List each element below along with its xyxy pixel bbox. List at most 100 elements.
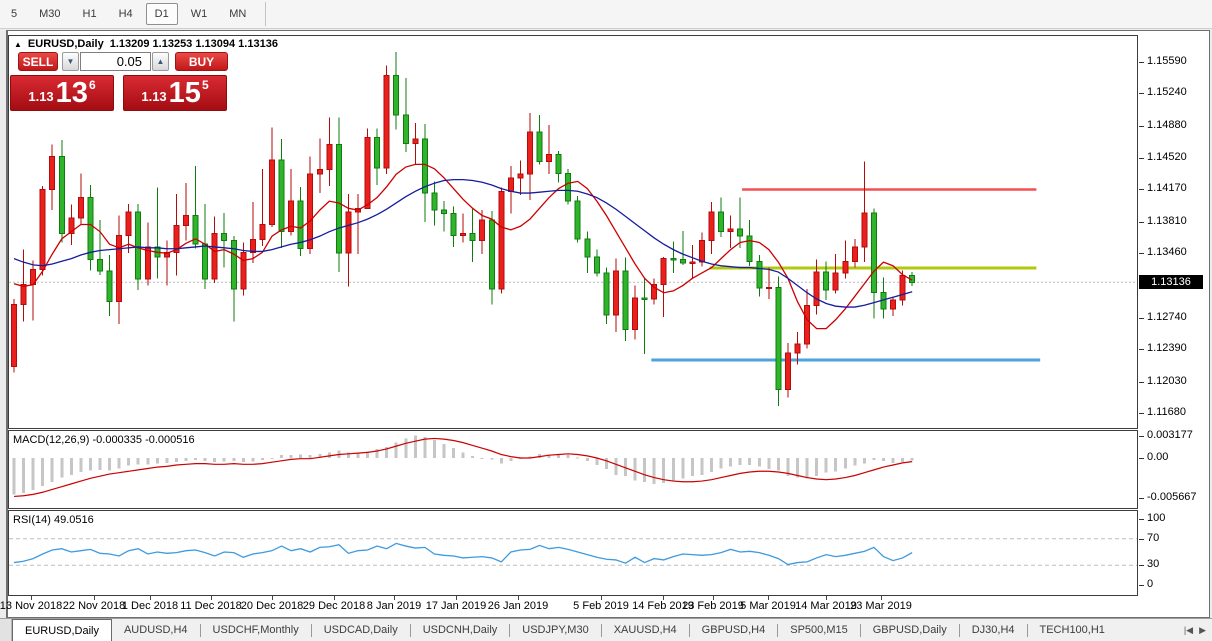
volume-input[interactable] (80, 52, 151, 71)
macd-axis-tick (1139, 436, 1144, 437)
symbol-tabbar: EURUSD,DailyAUDUSD,H4USDCHF,MonthlyUSDCA… (0, 618, 1212, 641)
price-axis-tick (1139, 222, 1144, 223)
rsi-value: 49.0516 (54, 514, 94, 526)
tab-scroll-next-button[interactable]: ▶ (1199, 625, 1206, 636)
macd-values: -0.000335 -0.000516 (92, 434, 194, 446)
sell-price-big: 13 (56, 79, 88, 108)
rsi-axis-label: 30 (1147, 558, 1159, 570)
date-axis-label: 26 Jan 2019 (488, 600, 549, 612)
macd-name: MACD(12,26,9) (13, 434, 89, 446)
price-axis-tick (1139, 253, 1144, 254)
date-axis-label: 29 Dec 2018 (303, 600, 365, 612)
price-axis-label: 1.12390 (1147, 342, 1187, 354)
tab-scroll-area (0, 619, 12, 641)
price-axis-label: 1.15590 (1147, 55, 1187, 67)
tab-usdchf-monthly[interactable]: USDCHF,Monthly (201, 619, 311, 641)
tab-scroll-first-button[interactable]: |◀ (1184, 625, 1193, 636)
macd-axis-label: -0.005667 (1147, 491, 1197, 503)
rsi-axis-label: 70 (1147, 532, 1159, 544)
price-axis-label: 1.11680 (1147, 406, 1186, 418)
buy-price-big: 15 (169, 79, 201, 108)
tab-gbpusd-daily[interactable]: GBPUSD,Daily (861, 619, 959, 641)
price-axis-label: 1.13810 (1147, 215, 1187, 227)
tab-dj30-h4[interactable]: DJ30,H4 (960, 619, 1027, 641)
date-axis-label: 23 Feb 2019 (682, 600, 744, 612)
toolbar-separator (265, 2, 266, 26)
volume-decrease-button[interactable]: ▼ (62, 52, 79, 71)
chevron-up-icon: ▲ (157, 57, 165, 66)
macd-axis-tick (1139, 458, 1144, 459)
buy-button[interactable]: BUY (175, 52, 228, 71)
sell-price-sup: 6 (89, 78, 96, 92)
date-axis-label: 5 Feb 2019 (573, 600, 629, 612)
sell-button[interactable]: SELL (18, 52, 58, 71)
price-axis-tick (1139, 189, 1144, 190)
tab-scroll-arrows: |◀ ▶ (1184, 619, 1212, 641)
price-axis-tick (1139, 413, 1144, 414)
buy-price-box[interactable]: 1.13 15 5 (123, 75, 227, 111)
sell-price-box[interactable]: 1.13 13 6 (10, 75, 114, 111)
rsi-axis-tick (1139, 539, 1144, 540)
timeframe-toolbar: 5M30H1H4D1W1MN (0, 0, 1212, 29)
buy-price-sup: 5 (202, 78, 209, 92)
chart-symbol-title: EURUSD,Daily (28, 38, 104, 50)
price-axis-label: 1.12740 (1147, 311, 1187, 323)
tab-usdcad-daily[interactable]: USDCAD,Daily (312, 619, 410, 641)
timeframe-button-h1[interactable]: H1 (74, 3, 106, 25)
sell-price-prefix: 1.13 (28, 89, 53, 104)
price-axis-tick (1139, 93, 1144, 94)
buy-price-prefix: 1.13 (141, 89, 166, 104)
rsi-axis-tick (1139, 565, 1144, 566)
price-axis-tick (1139, 318, 1144, 319)
date-axis-label: 8 Jan 2019 (367, 600, 421, 612)
rsi-axis-label: 100 (1147, 512, 1165, 524)
date-axis-label: 14 Mar 2019 (795, 600, 857, 612)
tab-usdcnh-daily[interactable]: USDCNH,Daily (411, 619, 510, 641)
rsi-name: RSI(14) (13, 514, 51, 526)
date-axis-label: 22 Nov 2018 (63, 600, 125, 612)
rsi-axis-tick (1139, 585, 1144, 586)
date-axis-label: 13 Nov 2018 (0, 600, 62, 612)
collapse-panel-icon[interactable]: ▲ (14, 40, 22, 49)
timeframe-button-h4[interactable]: H4 (110, 3, 142, 25)
timeframe-button-d1[interactable]: D1 (146, 3, 178, 25)
tab-gbpusd-h4[interactable]: GBPUSD,H4 (690, 619, 778, 641)
price-axis-label: 1.13460 (1147, 246, 1187, 258)
price-axis-label: 1.12030 (1147, 375, 1187, 387)
price-axis-label: 1.15240 (1147, 86, 1187, 98)
date-axis-label: 20 Dec 2018 (241, 600, 303, 612)
price-axis-label: 1.14880 (1147, 119, 1187, 131)
timeframe-button-5[interactable]: 5 (2, 3, 26, 25)
tab-xauusd-h4[interactable]: XAUUSD,H4 (602, 619, 689, 641)
current-price-badge: 1.13136 (1139, 275, 1203, 289)
tab-eurusd-daily[interactable]: EURUSD,Daily (12, 619, 112, 641)
rsi-line (14, 543, 912, 564)
volume-increase-button[interactable]: ▲ (152, 52, 169, 71)
price-axis-tick (1139, 158, 1144, 159)
rsi-pane[interactable] (8, 510, 1138, 596)
date-axis-label: 11 Dec 2018 (180, 600, 242, 612)
rsi-axis-tick (1139, 519, 1144, 520)
timeframe-button-w1[interactable]: W1 (182, 3, 217, 25)
tab-audusd-h4[interactable]: AUDUSD,H4 (112, 619, 200, 641)
price-axis-tick (1139, 382, 1144, 383)
chart-ohlc-values: 1.13209 1.13253 1.13094 1.13136 (110, 38, 278, 50)
timeframe-button-m30[interactable]: M30 (30, 3, 69, 25)
rsi-label: RSI(14) 49.0516 (13, 514, 94, 526)
macd-axis-label: 0.00 (1147, 451, 1168, 463)
tab-sp500-m15[interactable]: SP500,M15 (778, 619, 859, 641)
chart-header: ▲ EURUSD,Daily 1.13209 1.13253 1.13094 1… (14, 38, 278, 50)
macd-label: MACD(12,26,9) -0.000335 -0.000516 (13, 434, 195, 446)
tab-usdjpy-m30[interactable]: USDJPY,M30 (510, 619, 600, 641)
price-axis-label: 1.14170 (1147, 182, 1187, 194)
date-axis-label: 5 Mar 2019 (740, 600, 796, 612)
price-axis-tick (1139, 126, 1144, 127)
date-axis-label: 1 Dec 2018 (122, 600, 178, 612)
timeframe-button-mn[interactable]: MN (220, 3, 255, 25)
macd-axis-label: 0.003177 (1147, 429, 1193, 441)
price-axis-label: 1.14520 (1147, 151, 1187, 163)
date-axis-label: 17 Jan 2019 (426, 600, 487, 612)
chevron-down-icon: ▼ (67, 57, 75, 66)
tab-tech100-h1[interactable]: TECH100,H1 (1028, 619, 1117, 641)
rsi-axis-label: 0 (1147, 578, 1153, 590)
